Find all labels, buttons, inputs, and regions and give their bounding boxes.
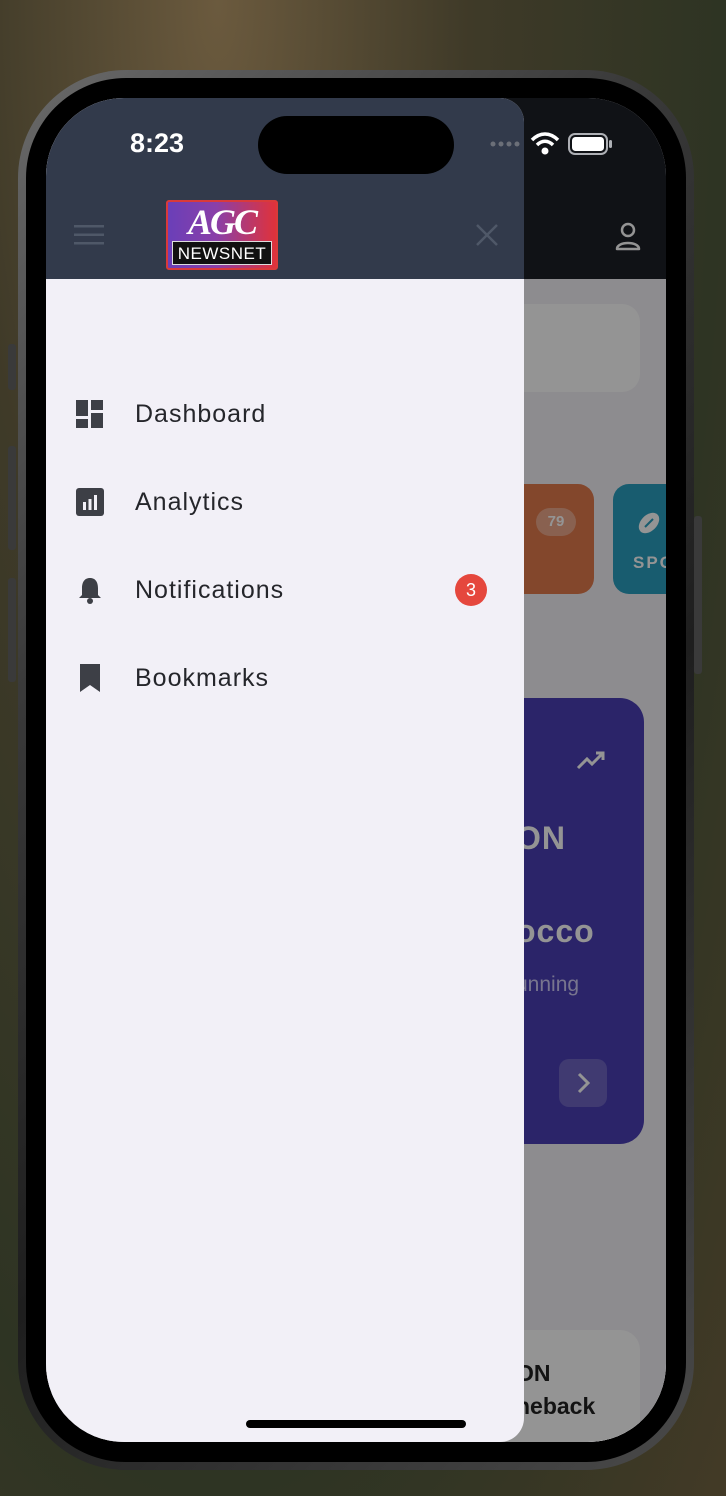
- dynamic-island: [258, 116, 454, 174]
- logo-text: AGC: [187, 202, 258, 242]
- phone-screen: 79 SPO ON occo unning ON neback 8:23 AGC: [46, 98, 666, 1442]
- bell-icon: [74, 574, 106, 606]
- app-logo: AGC NEWSNET: [166, 200, 278, 270]
- nav-label: Analytics: [135, 487, 245, 516]
- nav-item-dashboard[interactable]: Dashboard: [46, 370, 524, 458]
- logo-subtext: NEWSNET: [172, 241, 272, 265]
- wifi-icon: [530, 132, 560, 155]
- volume-down-button: [8, 578, 16, 682]
- nav-label: Bookmarks: [135, 663, 270, 692]
- nav-item-bookmarks[interactable]: Bookmarks: [46, 634, 524, 722]
- hamburger-menu-icon[interactable]: [74, 222, 106, 248]
- battery-icon: [568, 133, 612, 155]
- status-time: 8:23: [130, 128, 185, 158]
- nav-item-notifications[interactable]: Notifications 3: [46, 546, 524, 634]
- power-button: [694, 516, 702, 674]
- drawer-nav: Dashboard Analytics Notifications 3 Book…: [46, 370, 524, 722]
- notification-badge: 3: [455, 574, 487, 606]
- signal-icon: [490, 141, 520, 147]
- dashboard-icon: [74, 398, 106, 430]
- nav-label: Dashboard: [135, 399, 267, 428]
- close-icon[interactable]: [474, 222, 500, 248]
- status-indicators: [490, 128, 614, 160]
- action-button: [8, 344, 16, 390]
- nav-item-analytics[interactable]: Analytics: [46, 458, 524, 546]
- nav-label: Notifications: [135, 575, 285, 604]
- home-indicator[interactable]: [246, 1420, 466, 1428]
- bookmark-icon: [74, 662, 106, 694]
- navigation-drawer: 8:23 AGC NEWSNET Dashboard Analytics Not…: [46, 98, 524, 1442]
- volume-up-button: [8, 446, 16, 550]
- analytics-icon: [74, 486, 106, 518]
